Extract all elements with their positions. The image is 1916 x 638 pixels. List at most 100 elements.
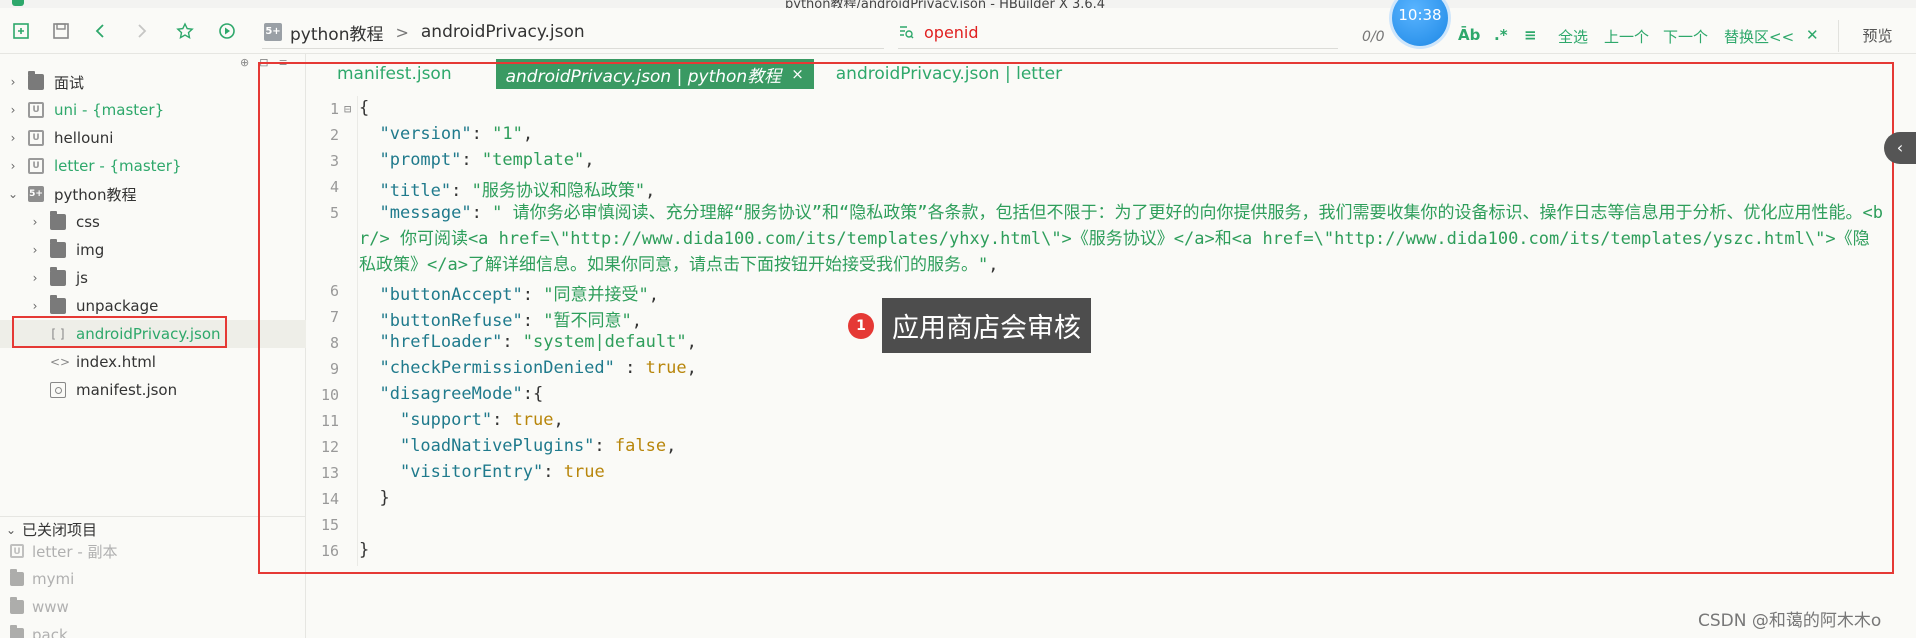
uni-app-icon: U — [28, 130, 44, 146]
expand-arrow-icon[interactable]: › — [6, 75, 20, 89]
breadcrumb-underline — [262, 48, 884, 49]
annotation-number: 1 — [848, 312, 874, 339]
fold-icon[interactable]: ⊟ — [344, 102, 351, 116]
match-case-icon[interactable]: Āb — [1458, 26, 1480, 44]
breadcrumb[interactable]: 5+ python教程 > androidPrivacy.json — [264, 20, 585, 45]
line-number: 7 — [329, 308, 339, 326]
new-file-icon[interactable] — [8, 18, 34, 44]
gutter-divider — [357, 96, 358, 566]
collapse-arrow-icon[interactable]: ⌄ — [6, 187, 20, 201]
search-input[interactable]: openid — [898, 20, 979, 44]
tree-item-label: unpackage — [76, 297, 159, 315]
line-number: 12 — [320, 438, 339, 456]
tree-item-js[interactable]: › js — [0, 264, 306, 292]
expand-arrow-icon[interactable]: › — [6, 131, 20, 145]
code-line-4: "title": "服务协议和隐私政策", — [379, 181, 656, 201]
select-all-button[interactable]: 全选 — [1558, 26, 1588, 47]
code-line-13: "visitorEntry": true — [399, 462, 605, 482]
search-value[interactable]: openid — [924, 23, 979, 42]
tab-label: manifest.json — [337, 64, 452, 84]
folder-icon — [28, 71, 44, 90]
tab-manifest[interactable]: manifest.json — [327, 59, 462, 89]
tree-item-uni[interactable]: › U uni - {master} — [0, 96, 306, 124]
tab-close-icon[interactable]: × — [791, 65, 804, 83]
line-number: 4 — [329, 178, 339, 196]
tree-item-mianshi[interactable]: › 面试 — [0, 68, 306, 96]
annotation-label: 应用商店会审核 — [882, 298, 1091, 353]
whole-word-icon[interactable]: ≡ — [1524, 26, 1537, 44]
folder-icon — [50, 239, 66, 258]
folder-icon — [10, 625, 24, 638]
replace-toggle-button[interactable]: 替换区<< — [1724, 26, 1794, 47]
code-line-2: "version": "1", — [379, 124, 534, 144]
expand-arrow-icon[interactable]: › — [6, 159, 20, 173]
line-number: 3 — [329, 152, 339, 170]
tab-android-privacy-python[interactable]: androidPrivacy.json | python教程 × — [495, 59, 814, 89]
menu-bar: python教程/androidPrivacy.json - HBuilder … — [0, 0, 1916, 8]
line-number: 2 — [329, 126, 339, 144]
closed-project-label: www — [32, 598, 69, 616]
code-line-10: "disagreeMode":{ — [379, 384, 544, 404]
code-editor[interactable]: 1 2 3 4 5 6 7 8 9 10 11 12 13 14 15 16 ⊟… — [307, 96, 1897, 570]
search-underline — [898, 48, 1338, 49]
html-file-icon: <> — [50, 355, 71, 369]
folder-icon — [50, 295, 66, 314]
code-line-1: { — [359, 98, 370, 118]
expand-arrow-icon[interactable]: › — [28, 299, 42, 313]
star-icon[interactable] — [172, 18, 198, 44]
line-number: 16 — [320, 542, 339, 560]
expand-arrow-icon[interactable]: › — [28, 271, 42, 285]
code-line-9: "checkPermissionDenied" : true, — [379, 358, 697, 378]
clock-badge: 10:38 — [1392, 0, 1448, 46]
save-icon[interactable] — [48, 18, 74, 44]
run-icon[interactable] — [214, 18, 240, 44]
folder-icon — [10, 597, 24, 614]
tab-label: androidPrivacy.json | python教程 — [505, 66, 782, 87]
tree-item-python-project[interactable]: ⌄ 5+ python教程 — [0, 180, 306, 208]
tree-item-label: python教程 — [54, 185, 137, 204]
tree-item-img[interactable]: › img — [0, 236, 306, 264]
tree-item-index-html[interactable]: <> index.html — [0, 348, 306, 376]
tree-item-hellouni[interactable]: › U hellouni — [0, 124, 306, 152]
close-search-button[interactable]: ✕ — [1806, 26, 1819, 44]
editor-tabs: manifest.json androidPrivacy.json | pyth… — [307, 58, 1084, 90]
code-line-5: "message": " 请你务必审慎阅读、充分理解“服务协议”和“隐私政策”各… — [359, 203, 1883, 275]
panel-collapse-handle[interactable]: ‹ — [1884, 132, 1916, 164]
line-number: 11 — [320, 412, 339, 430]
closed-project-item[interactable]: pack — [10, 622, 68, 638]
line-number: 5 — [329, 204, 339, 222]
back-arrow-icon[interactable] — [88, 18, 114, 44]
line-number: 13 — [320, 464, 339, 482]
tree-item-manifest[interactable]: manifest.json — [0, 376, 306, 404]
closed-project-item[interactable]: U letter - 副本 — [10, 538, 118, 564]
folder-icon — [10, 569, 24, 586]
forward-arrow-icon[interactable] — [128, 18, 154, 44]
line-number: 15 — [320, 516, 339, 534]
tab-android-privacy-letter[interactable]: androidPrivacy.json | letter — [826, 59, 1072, 89]
uni-app-icon: U — [10, 544, 24, 558]
expand-arrow-icon[interactable]: › — [28, 243, 42, 257]
line-number: 14 — [320, 490, 339, 508]
expand-arrow-icon[interactable]: › — [6, 103, 20, 117]
expand-arrow-icon[interactable]: › — [28, 215, 42, 229]
tree-item-css[interactable]: › css — [0, 208, 306, 236]
line-number: 8 — [329, 334, 339, 352]
closed-project-label: mymi — [32, 570, 75, 588]
breadcrumb-project[interactable]: python教程 — [290, 20, 383, 45]
preview-button[interactable]: 预览 — [1838, 20, 1916, 52]
prev-match-button[interactable]: 上一个 — [1604, 26, 1649, 47]
closed-project-item[interactable]: mymi — [10, 566, 74, 592]
manifest-file-icon — [50, 382, 66, 398]
collapse-arrow-icon[interactable]: ⌄ — [0, 523, 22, 537]
line-number: 10 — [320, 386, 339, 404]
tree-item-label: index.html — [76, 353, 156, 371]
regex-icon[interactable]: .* — [1494, 26, 1508, 44]
code-line-11: "support": true, — [399, 410, 564, 430]
breadcrumb-file[interactable]: androidPrivacy.json — [421, 22, 585, 42]
tree-item-letter[interactable]: › U letter - {master} — [0, 152, 306, 180]
closed-project-item[interactable]: www — [10, 594, 69, 620]
code-line-12: "loadNativePlugins": false, — [399, 436, 677, 456]
code-line-6: "buttonAccept": "同意并接受", — [379, 285, 659, 305]
uni-app-icon: U — [28, 102, 44, 118]
next-match-button[interactable]: 下一个 — [1663, 26, 1708, 47]
